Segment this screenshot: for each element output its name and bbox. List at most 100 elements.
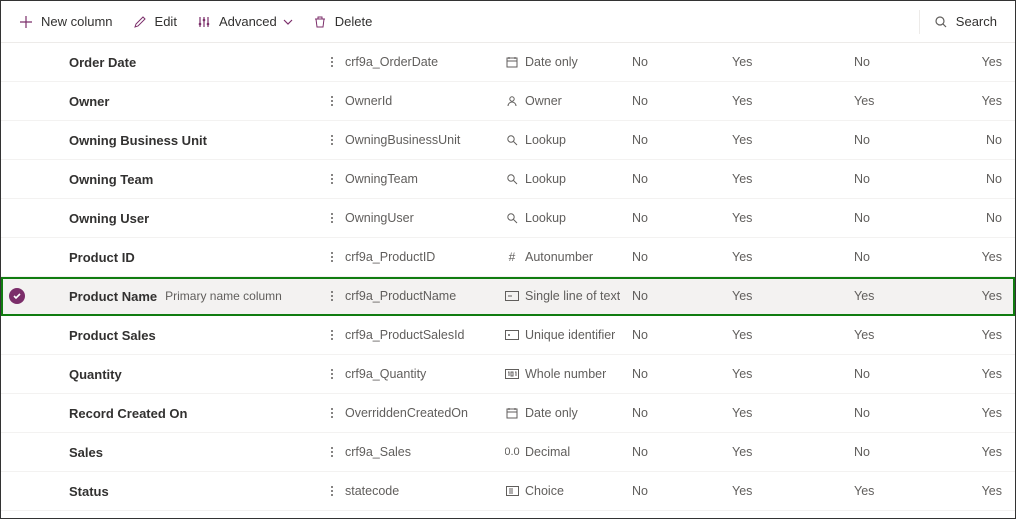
whole-icon xyxy=(505,369,519,379)
table-row[interactable]: Quantitycrf9a_QuantityWhole numberNoYesN… xyxy=(1,355,1015,394)
column-flag: Yes xyxy=(732,367,854,381)
column-display-name[interactable]: Owner xyxy=(69,94,109,109)
row-more-button[interactable] xyxy=(321,330,345,340)
column-type: 0.0Decimal xyxy=(505,445,632,459)
column-flag: Yes xyxy=(732,94,854,108)
column-display-name[interactable]: Status xyxy=(69,484,109,499)
column-display-name[interactable]: Sales xyxy=(69,445,103,460)
column-schema-name: crf9a_OrderDate xyxy=(345,55,505,69)
column-type: Owner xyxy=(505,94,632,108)
lookup-icon xyxy=(505,212,519,224)
column-flag: Yes xyxy=(954,55,1014,69)
row-more-button[interactable] xyxy=(321,486,345,496)
table-row[interactable]: Product NamePrimary name columncrf9a_Pro… xyxy=(1,277,1015,316)
advanced-icon xyxy=(197,15,211,29)
column-flag: Yes xyxy=(732,445,854,459)
column-flag: No xyxy=(632,289,732,303)
column-flag: No xyxy=(854,133,954,147)
column-flag: No xyxy=(854,250,954,264)
column-flag: Yes xyxy=(954,94,1014,108)
owner-icon xyxy=(505,95,519,107)
column-flag: Yes xyxy=(954,328,1014,342)
new-column-label: New column xyxy=(41,14,113,29)
column-flag: Yes xyxy=(854,328,954,342)
more-vertical-icon xyxy=(331,486,333,496)
table-row[interactable]: Owning Business Unit OwningBusinessUnitLo… xyxy=(1,121,1015,160)
table-row[interactable]: OwnerOwnerIdOwnerNoYesYesYes xyxy=(1,82,1015,121)
decimal-icon: 0.0 xyxy=(505,447,519,458)
row-more-button[interactable] xyxy=(321,369,345,379)
column-flag: Yes xyxy=(854,484,954,498)
column-flag: No xyxy=(632,406,732,420)
table-row[interactable]: Salescrf9a_Sales0.0DecimalNoYesNoYes xyxy=(1,433,1015,472)
column-flag: Yes xyxy=(732,328,854,342)
more-vertical-icon xyxy=(331,291,333,301)
more-vertical-icon xyxy=(331,330,333,340)
search-button[interactable]: Search xyxy=(924,6,1007,38)
date-icon xyxy=(505,407,519,419)
row-more-button[interactable] xyxy=(321,135,345,145)
lookup-icon xyxy=(505,173,519,185)
column-display-name[interactable]: Owning User xyxy=(69,211,149,226)
advanced-label: Advanced xyxy=(219,14,277,29)
more-vertical-icon xyxy=(331,447,333,457)
column-flag: No xyxy=(632,55,732,69)
column-display-name[interactable]: Owning Business Unit xyxy=(69,133,207,148)
row-more-button[interactable] xyxy=(321,408,345,418)
new-column-button[interactable]: New column xyxy=(9,6,123,38)
columns-table: Order Datecrf9a_OrderDateDate onlyNoYesN… xyxy=(1,43,1015,511)
column-type: Lookup xyxy=(505,172,632,186)
delete-label: Delete xyxy=(335,14,373,29)
text-icon xyxy=(505,291,519,301)
column-display-name[interactable]: Product ID xyxy=(69,250,135,265)
table-row[interactable]: Product IDcrf9a_ProductID#AutonumberNoYe… xyxy=(1,238,1015,277)
more-vertical-icon xyxy=(331,174,333,184)
more-vertical-icon xyxy=(331,96,333,106)
table-row[interactable]: Owning TeamOwningTeamLookupNoYesNoNo xyxy=(1,160,1015,199)
column-display-name[interactable]: Product Sales xyxy=(69,328,156,343)
table-row[interactable]: StatusstatecodeChoiceNoYesYesYes xyxy=(1,472,1015,511)
column-flag: Yes xyxy=(732,250,854,264)
column-display-name[interactable]: Order Date xyxy=(69,55,136,70)
edit-label: Edit xyxy=(155,14,177,29)
lookup-icon xyxy=(505,134,519,146)
checkmark-icon xyxy=(9,288,25,304)
row-more-button[interactable] xyxy=(321,57,345,67)
column-schema-name: OwningBusinessUnit xyxy=(345,133,505,147)
column-display-name[interactable]: Record Created On xyxy=(69,406,187,421)
table-row[interactable]: Record Created OnOverriddenCreatedOnDate… xyxy=(1,394,1015,433)
more-vertical-icon xyxy=(331,369,333,379)
column-display-name[interactable]: Product Name xyxy=(69,289,157,304)
column-type: Whole number xyxy=(505,367,632,381)
delete-button[interactable]: Delete xyxy=(303,6,383,38)
row-select[interactable] xyxy=(1,288,33,304)
column-flag: Yes xyxy=(732,484,854,498)
column-type: Choice xyxy=(505,484,632,498)
column-flag: Yes xyxy=(732,406,854,420)
toolbar: New column Edit Advanced Delete Search xyxy=(1,1,1015,43)
column-flag: Yes xyxy=(732,289,854,303)
column-flag: Yes xyxy=(954,250,1014,264)
search-icon xyxy=(934,15,948,29)
row-more-button[interactable] xyxy=(321,447,345,457)
column-flag: No xyxy=(632,250,732,264)
more-vertical-icon xyxy=(331,408,333,418)
row-more-button[interactable] xyxy=(321,291,345,301)
advanced-button[interactable]: Advanced xyxy=(187,6,303,38)
edit-button[interactable]: Edit xyxy=(123,6,187,38)
column-schema-name: OwningUser xyxy=(345,211,505,225)
row-more-button[interactable] xyxy=(321,252,345,262)
column-flag: No xyxy=(854,367,954,381)
table-row[interactable]: Owning UserOwningUserLookupNoYesNoNo xyxy=(1,199,1015,238)
column-flag: Yes xyxy=(954,406,1014,420)
column-display-name[interactable]: Owning Team xyxy=(69,172,153,187)
chevron-down-icon xyxy=(283,17,293,27)
column-display-name[interactable]: Quantity xyxy=(69,367,122,382)
row-more-button[interactable] xyxy=(321,174,345,184)
column-flag: No xyxy=(632,133,732,147)
row-more-button[interactable] xyxy=(321,213,345,223)
table-row[interactable]: Product Salescrf9a_ProductSalesIdUnique … xyxy=(1,316,1015,355)
column-type: Lookup xyxy=(505,133,632,147)
table-row[interactable]: Order Datecrf9a_OrderDateDate onlyNoYesN… xyxy=(1,43,1015,82)
row-more-button[interactable] xyxy=(321,96,345,106)
